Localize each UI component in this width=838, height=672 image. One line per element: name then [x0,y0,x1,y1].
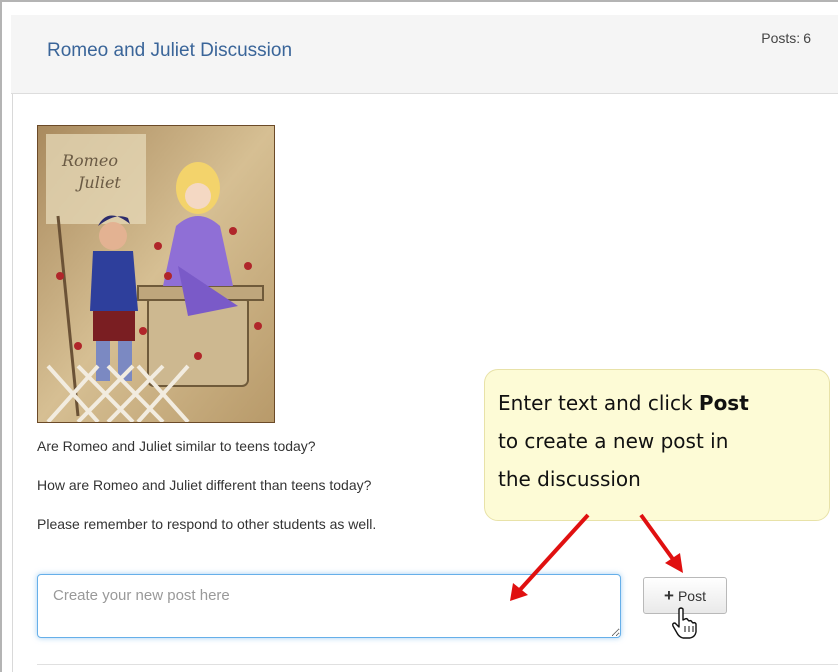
svg-text:Juliet: Juliet [75,173,121,192]
svg-text:Romeo: Romeo [61,151,118,170]
section-divider [37,664,838,665]
callout-line-3: the discussion [498,467,641,491]
callout-text-pre: Enter text and click [498,391,699,415]
prompt-line-1: Are Romeo and Juliet similar to teens to… [37,438,316,454]
post-count: Posts: 6 [758,30,811,46]
panel-left-border [12,16,13,672]
romeo-juliet-illustration: Romeo Juliet [37,125,275,423]
callout-text-bold: Post [698,391,749,415]
hand-pointer-icon [672,607,697,639]
post-count-value: 6 [803,30,811,46]
prompt-line-3: Please remember to respond to other stud… [37,516,377,532]
prompt-line-2: How are Romeo and Juliet different than … [37,477,372,493]
discussion-title: Romeo and Juliet Discussion [47,40,293,61]
callout-line-2: to create a new post in [498,429,729,453]
new-post-input[interactable] [37,574,621,638]
post-button-label: Post [677,587,706,604]
plus-icon: + [664,586,674,605]
post-count-label: Posts: [761,30,801,46]
instruction-callout: Enter text and click Post to create a ne… [484,369,830,521]
callout-line-1: Enter text and click Post [498,384,817,422]
